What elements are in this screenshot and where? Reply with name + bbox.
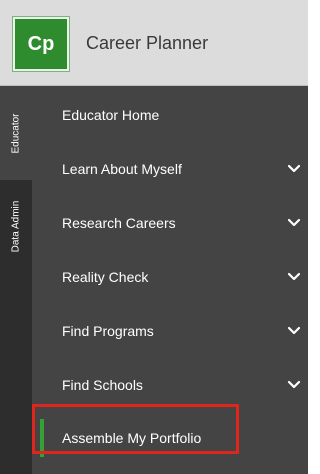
- menu-item-reality-check[interactable]: Reality Check: [32, 250, 308, 304]
- tab-data-admin-label: Data Admin: [10, 200, 22, 252]
- header: Cp Career Planner: [0, 0, 308, 86]
- tab-data-admin[interactable]: Data Admin: [0, 180, 32, 272]
- menu-item-label: Learn About Myself: [62, 161, 182, 177]
- menu-item-label: Research Careers: [62, 215, 176, 231]
- app-title: Career Planner: [86, 33, 209, 53]
- chevron-down-icon[interactable]: [286, 161, 302, 177]
- highlight-annotation: [32, 404, 239, 454]
- tab-educator-label: Educator: [10, 112, 22, 154]
- menu-item-educator-home[interactable]: Educator Home: [32, 88, 308, 142]
- menu-item-label: Find Programs: [62, 323, 154, 339]
- menu-item-learn-about-myself[interactable]: Learn About Myself: [32, 142, 308, 196]
- tab-educator[interactable]: Educator: [0, 86, 32, 180]
- sidebar-menu: Educator Home Learn About Myself Researc…: [32, 86, 308, 474]
- menu-item-label: Reality Check: [62, 269, 149, 285]
- menu-item-research-careers[interactable]: Research Careers: [32, 196, 308, 250]
- chevron-down-icon[interactable]: [286, 269, 302, 285]
- chevron-down-icon[interactable]: [286, 323, 302, 339]
- app-logo[interactable]: Cp: [13, 17, 69, 71]
- app-frame: Cp Career Planner Educator Data Admin Ed…: [0, 0, 308, 474]
- menu-item-label: Educator Home: [62, 107, 160, 123]
- chevron-down-icon[interactable]: [286, 377, 302, 393]
- menu-item-label: Find Schools: [62, 377, 143, 393]
- vertical-tab-bar: Educator Data Admin: [0, 86, 32, 474]
- menu-item-find-programs[interactable]: Find Programs: [32, 304, 308, 358]
- chevron-down-icon[interactable]: [286, 215, 302, 231]
